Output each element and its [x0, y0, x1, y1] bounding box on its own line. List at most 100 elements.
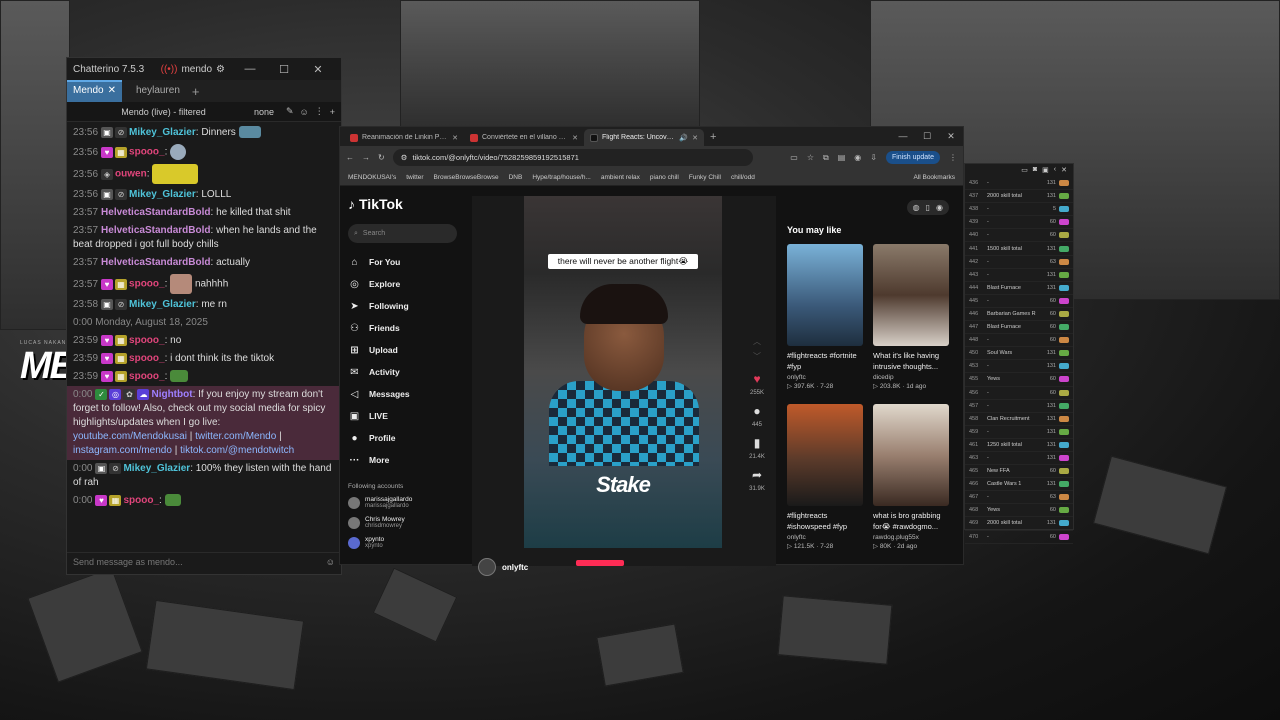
- emote-icon[interactable]: [152, 164, 199, 184]
- video-card[interactable]: #flightreacts #ishowspeed #fyp onlyftc ▷…: [787, 404, 863, 560]
- all-bookmarks[interactable]: All Bookmarks: [913, 174, 955, 181]
- site-info-icon[interactable]: ⚙: [401, 153, 408, 162]
- username[interactable]: spooo_: [129, 335, 165, 346]
- nav-messages[interactable]: ◁ Messages: [348, 383, 457, 405]
- video-thumbnail[interactable]: [873, 404, 949, 506]
- close-button[interactable]: ✕: [939, 131, 963, 142]
- more-icon[interactable]: ⋮: [315, 106, 324, 117]
- bot-badge-icon[interactable]: ◎: [109, 388, 122, 400]
- card-author[interactable]: dicedip: [873, 374, 949, 381]
- account-switcher[interactable]: ((•)) mendo ⚙: [161, 64, 225, 75]
- star-icon[interactable]: ☆: [807, 153, 814, 162]
- world-row[interactable]: 463 - 131: [965, 452, 1073, 466]
- gear-badge-icon[interactable]: ✿: [123, 388, 136, 400]
- mod-badge-icon[interactable]: ▣: [101, 188, 114, 200]
- emote-icon[interactable]: [170, 274, 193, 294]
- username[interactable]: Mikey_Glazier: [129, 299, 196, 310]
- chevron-down-icon[interactable]: ﹀: [753, 351, 761, 362]
- forward-icon[interactable]: →: [362, 153, 370, 162]
- gear-icon[interactable]: ⚙: [216, 64, 225, 75]
- video-card[interactable]: #flightreacts #fortnite #fyp onlyftc ▷ 3…: [787, 244, 863, 400]
- video-thumbnail[interactable]: [787, 404, 863, 506]
- username[interactable]: spooo_: [129, 353, 165, 364]
- world-row[interactable]: 453 - 131: [965, 360, 1073, 374]
- world-row[interactable]: 442 - 63: [965, 256, 1073, 269]
- world-row[interactable]: 469 2000 skill total 131: [965, 517, 1073, 531]
- tiktok-logo[interactable]: ♪ TikTok: [348, 196, 457, 212]
- add-split-icon[interactable]: +: [330, 107, 335, 117]
- back-icon[interactable]: ‹: [1054, 166, 1056, 175]
- heart-badge-icon[interactable]: ♥: [101, 370, 114, 382]
- video-frame[interactable]: there will never be another flight😭 Stak…: [524, 196, 722, 548]
- world-row[interactable]: 458 Clan Recruitment 131: [965, 413, 1073, 426]
- extensions-icon[interactable]: ⧉: [823, 153, 829, 163]
- world-row[interactable]: 465 New FFA 60: [965, 465, 1073, 479]
- sidepanel-icon[interactable]: ▤: [838, 153, 846, 162]
- chat-messages[interactable]: 23:56 ▣ ⊘ Mikey_Glazier: Dinners 23:56 ♥ ▦ spo…: [67, 122, 341, 532]
- bookmark-folder[interactable]: ambient relax: [601, 174, 640, 181]
- speaker-icon[interactable]: 🔊: [679, 134, 688, 142]
- world-row[interactable]: 444 Blast Furnace 131: [965, 282, 1073, 295]
- heart-badge-icon[interactable]: ♥: [101, 278, 114, 290]
- emote-icon[interactable]: [170, 144, 187, 160]
- comment-button[interactable]: ●: [753, 404, 760, 418]
- sub-badge-icon[interactable]: ▦: [115, 370, 128, 382]
- following-account[interactable]: Chris Mowrey chrisdmowrey: [348, 516, 457, 530]
- no-badge-icon[interactable]: ⊘: [115, 298, 128, 310]
- heart-badge-icon[interactable]: ♥: [101, 146, 114, 158]
- username[interactable]: Mikey_Glazier: [129, 189, 196, 200]
- username[interactable]: spooo_: [129, 371, 165, 382]
- chat-input[interactable]: Send message as mendo... ☺: [67, 552, 341, 574]
- video-author[interactable]: onlyftc: [478, 558, 528, 576]
- heart-badge-icon[interactable]: ♥: [101, 334, 114, 346]
- mod-badge-icon[interactable]: ▣: [101, 298, 114, 310]
- close-button[interactable]: ✕: [301, 63, 335, 76]
- world-row[interactable]: 443 - 131: [965, 269, 1073, 282]
- following-account[interactable]: xpynto xpynto: [348, 536, 457, 550]
- card-author[interactable]: rawdog.plug55x: [873, 534, 949, 541]
- bookmark[interactable]: twitter: [406, 174, 423, 181]
- username[interactable]: Mikey_Glazier: [129, 127, 196, 138]
- browser-tab[interactable]: Conviértete en el villano de tu ✕: [464, 129, 584, 146]
- no-badge-icon[interactable]: ⊘: [109, 462, 122, 474]
- folder-icon[interactable]: ▭: [1021, 166, 1028, 175]
- mod-badge-icon[interactable]: ▣: [101, 126, 114, 138]
- sub-badge-icon[interactable]: ▦: [115, 334, 128, 346]
- coins-icon[interactable]: ◍: [913, 203, 920, 212]
- no-badge-icon[interactable]: ⊘: [115, 126, 128, 138]
- sub-badge-icon[interactable]: ▦: [115, 352, 128, 364]
- close-icon[interactable]: ✕: [1061, 166, 1067, 175]
- maximize-button[interactable]: ☐: [267, 63, 301, 76]
- world-row[interactable]: 457 - 131: [965, 400, 1073, 413]
- diamond-badge-icon[interactable]: ◈: [101, 168, 114, 180]
- browser-tab-active[interactable]: Flight Reacts: Uncovering M 🔊 ✕: [584, 129, 704, 146]
- profile-icon[interactable]: ◉: [854, 153, 861, 162]
- instagram-link[interactable]: instagram.com/mendo: [73, 445, 172, 456]
- download-icon[interactable]: ⇩: [870, 153, 877, 162]
- world-row[interactable]: 440 - 60: [965, 229, 1073, 243]
- world-row[interactable]: 450 Soul Wars 131: [965, 347, 1073, 361]
- maximize-button[interactable]: ☐: [915, 131, 939, 142]
- username[interactable]: HelveticaStandardBold: [101, 257, 210, 268]
- bookmark-folder[interactable]: chill/odd: [731, 174, 755, 181]
- users-icon[interactable]: ☺: [300, 107, 309, 117]
- following-account[interactable]: marissajgallardo marissajgallardo: [348, 496, 457, 510]
- emote-icon[interactable]: [170, 370, 189, 383]
- cloud-badge-icon[interactable]: ☁: [137, 388, 150, 400]
- like-button[interactable]: ♥: [753, 372, 760, 386]
- verified-badge-icon[interactable]: ✓: [95, 388, 108, 400]
- reload-icon[interactable]: ↻: [378, 153, 385, 162]
- profile-avatar-icon[interactable]: ◉: [936, 203, 943, 212]
- split-title[interactable]: Mendo (live) - filtered: [73, 107, 254, 117]
- nav-more[interactable]: ··· More: [348, 449, 457, 471]
- new-tab-button[interactable]: +: [710, 131, 716, 143]
- bookmark[interactable]: BrowseBrowseBrowse: [434, 174, 499, 181]
- share-button[interactable]: ➦: [752, 468, 762, 482]
- nav-profile[interactable]: ● Profile: [348, 427, 457, 449]
- lock-icon[interactable]: ▣: [1042, 166, 1049, 175]
- sub-badge-icon[interactable]: ▦: [115, 146, 128, 158]
- video-thumbnail[interactable]: [873, 244, 949, 346]
- emoji-icon[interactable]: ☺: [326, 557, 335, 570]
- no-badge-icon[interactable]: ⊘: [115, 188, 128, 200]
- username[interactable]: spooo_: [129, 147, 165, 158]
